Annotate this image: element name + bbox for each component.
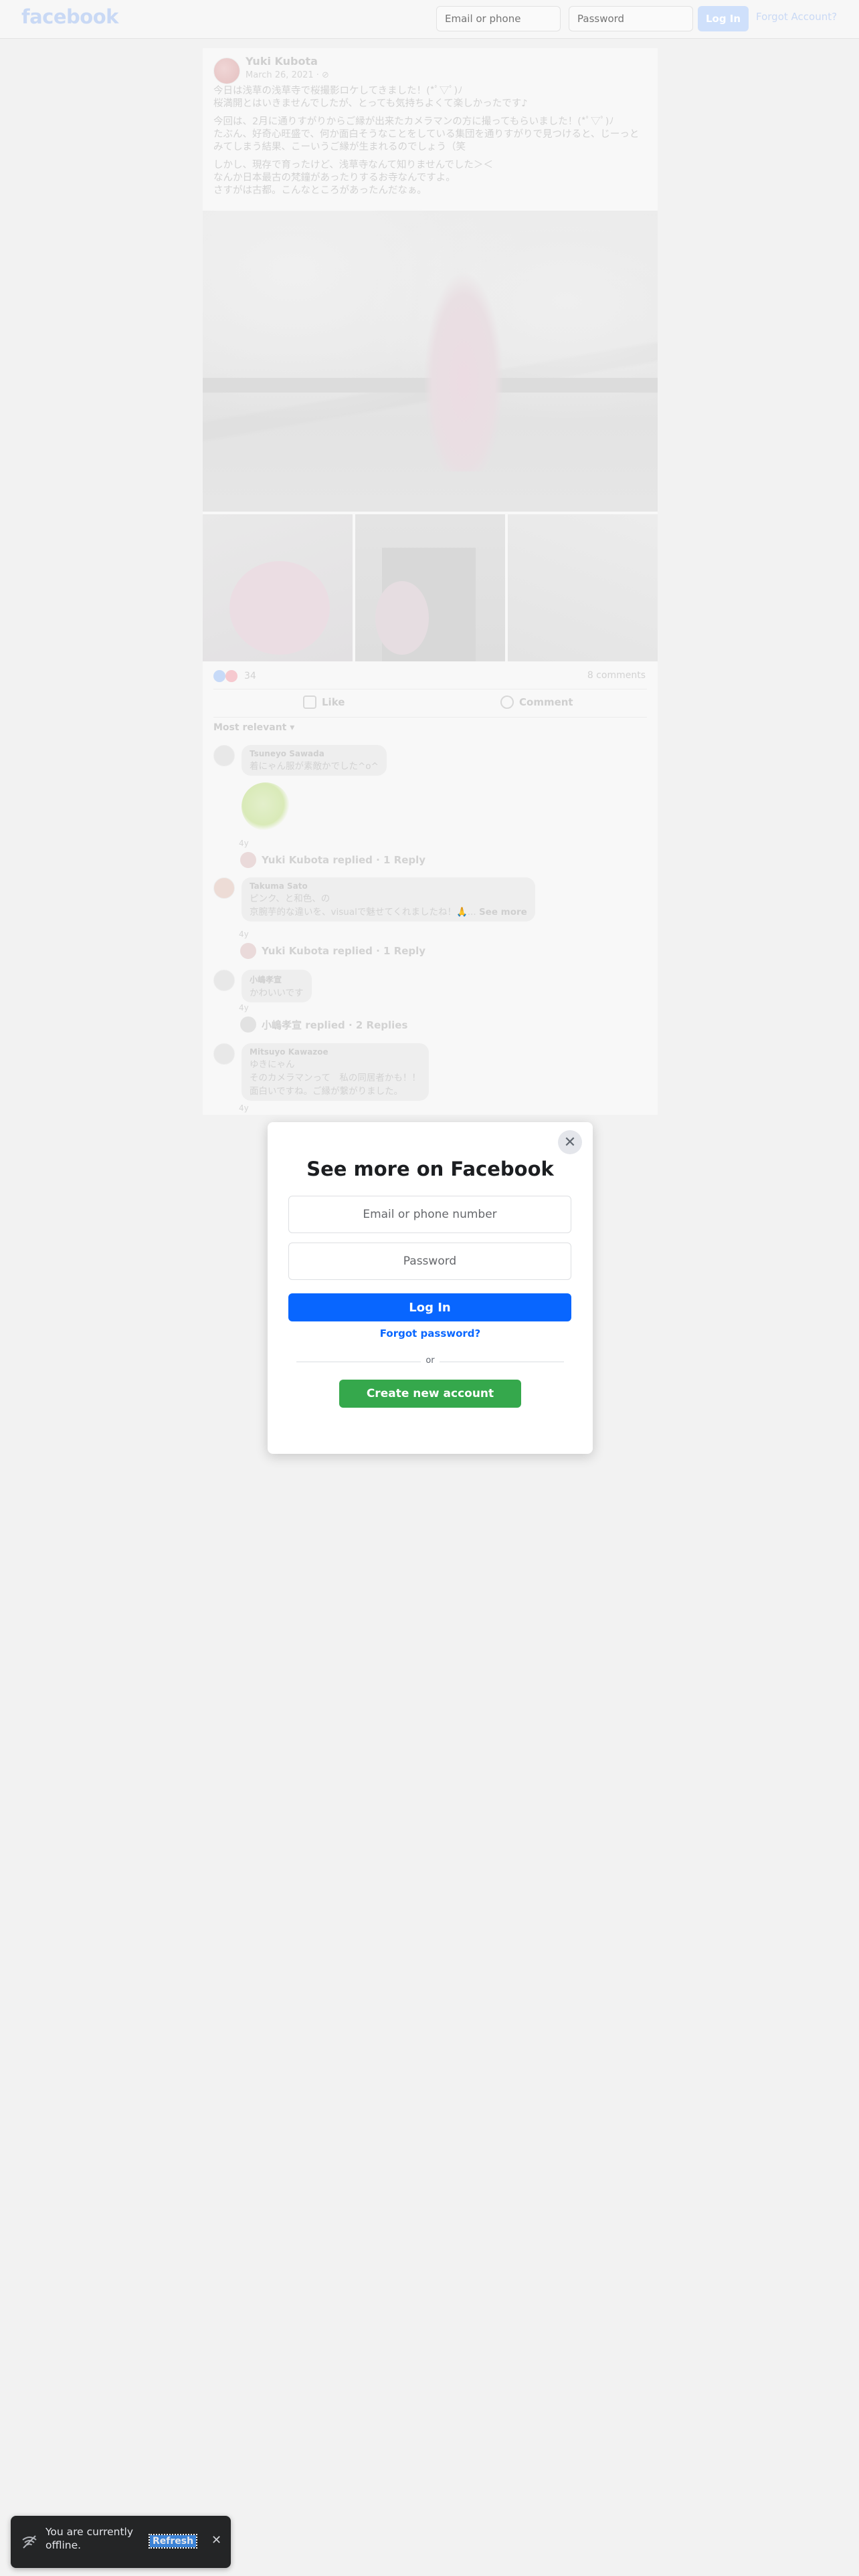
header-email-input[interactable] bbox=[436, 6, 561, 31]
replies-label: 小嶋孝宣 replied · 2 Replies bbox=[262, 1018, 408, 1031]
create-account-button[interactable]: Create new account bbox=[339, 1380, 521, 1408]
post-photo-thumb[interactable] bbox=[508, 514, 658, 661]
offline-message: You are currently offline. bbox=[45, 2526, 134, 2551]
login-button[interactable]: Log In bbox=[288, 1293, 571, 1321]
commenter-name[interactable]: Tsuneyo Sawada bbox=[250, 749, 379, 758]
post-text-line: しかし、現存で育ったけど、浅草寺なんて知りませんでした＞＜ bbox=[213, 160, 493, 171]
comment-bubble: Takuma Sato ピンク、と和色、の 京腕芋的な違いを、visualで魅せ… bbox=[242, 877, 535, 922]
like-button[interactable]: Like bbox=[303, 695, 345, 709]
commenter-name[interactable]: Mitsuyo Kawazoe bbox=[250, 1047, 421, 1057]
or-separator: or bbox=[425, 1356, 435, 1366]
login-modal: ✕ See more on Facebook Log In Forgot pas… bbox=[268, 1122, 593, 1454]
divider bbox=[213, 717, 647, 718]
comment-bubble: 小嶋孝宣 かわいいです bbox=[242, 970, 312, 1002]
post-text: 今日は浅草の浅草寺で桜撮影ロケしてきました！(*ﾟ▽ﾟ)ﾉ 桜満開とはいきませんで… bbox=[213, 85, 648, 203]
replier-avatar bbox=[240, 943, 256, 959]
reactions-summary[interactable]: 34 bbox=[213, 670, 256, 682]
photo-subject bbox=[423, 271, 504, 471]
offline-toast: You are currently offline. Refresh ✕ bbox=[11, 2516, 231, 2568]
post-text-line: さすがは古都。こんなところがあったんだなぁ。 bbox=[213, 185, 427, 196]
reaction-count: 34 bbox=[244, 671, 256, 681]
modal-title: See more on Facebook bbox=[306, 1158, 554, 1180]
header-login-button[interactable]: Log In bbox=[698, 6, 749, 31]
comment-text: 面白いですね。ご縁が繋がりました。 bbox=[250, 1086, 403, 1097]
offline-icon bbox=[22, 2535, 37, 2549]
comment-filter-dropdown[interactable]: Most relevant ▾ bbox=[213, 722, 294, 733]
sticker-image bbox=[242, 782, 290, 831]
comment-bubble: Mitsuyo Kawazoe ゆきにゃん そのカメラマンって 私の同居者かも！… bbox=[242, 1043, 429, 1101]
password-field[interactable] bbox=[288, 1243, 571, 1280]
post-photo-thumb[interactable] bbox=[203, 514, 353, 661]
comments-count[interactable]: 8 comments bbox=[587, 670, 646, 681]
commenter-avatar[interactable] bbox=[213, 1043, 235, 1065]
comment-text: かわいいです bbox=[250, 988, 304, 998]
replier-avatar bbox=[240, 852, 256, 868]
replies-label: Yuki Kubota replied · 1 Reply bbox=[262, 854, 426, 866]
header-forgot-account-link[interactable]: Forgot Account? bbox=[756, 11, 837, 23]
comment-time[interactable]: 4y bbox=[239, 930, 249, 939]
close-icon[interactable]: ✕ bbox=[558, 1130, 582, 1154]
post-text-line: たぶん、好奇心旺盛で、何か面白そうなことをしている集団を通りすがりで見つけると、… bbox=[213, 129, 640, 152]
view-replies-link[interactable]: Yuki Kubota replied · 1 Reply bbox=[240, 852, 425, 868]
replies-label: Yuki Kubota replied · 1 Reply bbox=[262, 945, 426, 957]
post-text-line: 今回は、2月に通りすがりからご縁が出来たカメラマンの方に撮ってもらいました！(*… bbox=[213, 116, 614, 127]
comment-button[interactable]: Comment bbox=[500, 695, 573, 709]
commenter-avatar[interactable] bbox=[213, 970, 235, 991]
commenter-name[interactable]: Takuma Sato bbox=[250, 881, 527, 891]
post-text-line: 桜満開とはいきませんでしたが、とっても気持ちよくて楽しかったです♪ bbox=[213, 98, 528, 109]
thumbs-up-icon bbox=[303, 695, 316, 709]
facebook-logo[interactable]: facebook bbox=[21, 5, 118, 28]
comment-bubble: Tsuneyo Sawada 着にゃん服が素敵かでした^o^ bbox=[242, 745, 387, 776]
post-date[interactable]: March 26, 2021 · ⊘ bbox=[246, 70, 329, 80]
replier-avatar bbox=[240, 1016, 256, 1033]
comment-time[interactable]: 4y bbox=[239, 1103, 249, 1113]
refresh-link[interactable]: Refresh bbox=[148, 2534, 198, 2549]
like-reaction-icon bbox=[213, 670, 225, 682]
comment-text: ゆきにゃん bbox=[250, 1059, 295, 1070]
commenter-name[interactable]: 小嶋孝宣 bbox=[250, 974, 304, 985]
comment-time[interactable]: 4y bbox=[239, 1003, 249, 1012]
post-text-line: なんか日本最古の梵鐘があったりするお寺なんですよ。 bbox=[213, 173, 456, 183]
like-label: Like bbox=[322, 696, 345, 708]
email-field[interactable] bbox=[288, 1196, 571, 1233]
comment-time[interactable]: 4y bbox=[239, 839, 249, 848]
comment-text: 着にゃん服が素敵かでした^o^ bbox=[250, 761, 379, 772]
post-author[interactable]: Yuki Kubota bbox=[246, 55, 318, 68]
view-replies-link[interactable]: Yuki Kubota replied · 1 Reply bbox=[240, 943, 425, 959]
post-photo-thumb[interactable] bbox=[355, 514, 505, 661]
comment-text: ピンク、と和色、の bbox=[250, 893, 330, 904]
post-text-line: 今日は浅草の浅草寺で桜撮影ロケしてきました！(*ﾟ▽ﾟ)ﾉ bbox=[213, 86, 463, 96]
header-password-input[interactable] bbox=[569, 6, 693, 31]
view-replies-link[interactable]: 小嶋孝宣 replied · 2 Replies bbox=[240, 1016, 407, 1033]
top-bar: facebook Log In Forgot Account? bbox=[0, 0, 859, 39]
post-card: Yuki Kubota March 26, 2021 · ⊘ 今日は浅草の浅草寺… bbox=[203, 48, 658, 1115]
photo-subject bbox=[229, 561, 330, 655]
commenter-avatar[interactable] bbox=[213, 745, 235, 766]
post-photo-main[interactable] bbox=[203, 211, 658, 512]
comment-label: Comment bbox=[519, 696, 573, 708]
author-avatar[interactable] bbox=[213, 58, 240, 84]
photo-subject bbox=[375, 581, 429, 655]
forgot-password-link[interactable]: Forgot password? bbox=[268, 1327, 593, 1339]
comment-text: 京腕芋的な違いを、visualで魅せてくれましたね！🙏... bbox=[250, 907, 476, 918]
comment-text: そのカメラマンって 私の同居者かも！！ bbox=[250, 1073, 421, 1083]
commenter-avatar[interactable] bbox=[213, 877, 235, 899]
see-more-link[interactable]: See more bbox=[479, 907, 527, 918]
love-reaction-icon bbox=[225, 670, 237, 682]
comment-icon bbox=[500, 695, 514, 709]
close-icon[interactable]: ✕ bbox=[211, 2533, 221, 2547]
